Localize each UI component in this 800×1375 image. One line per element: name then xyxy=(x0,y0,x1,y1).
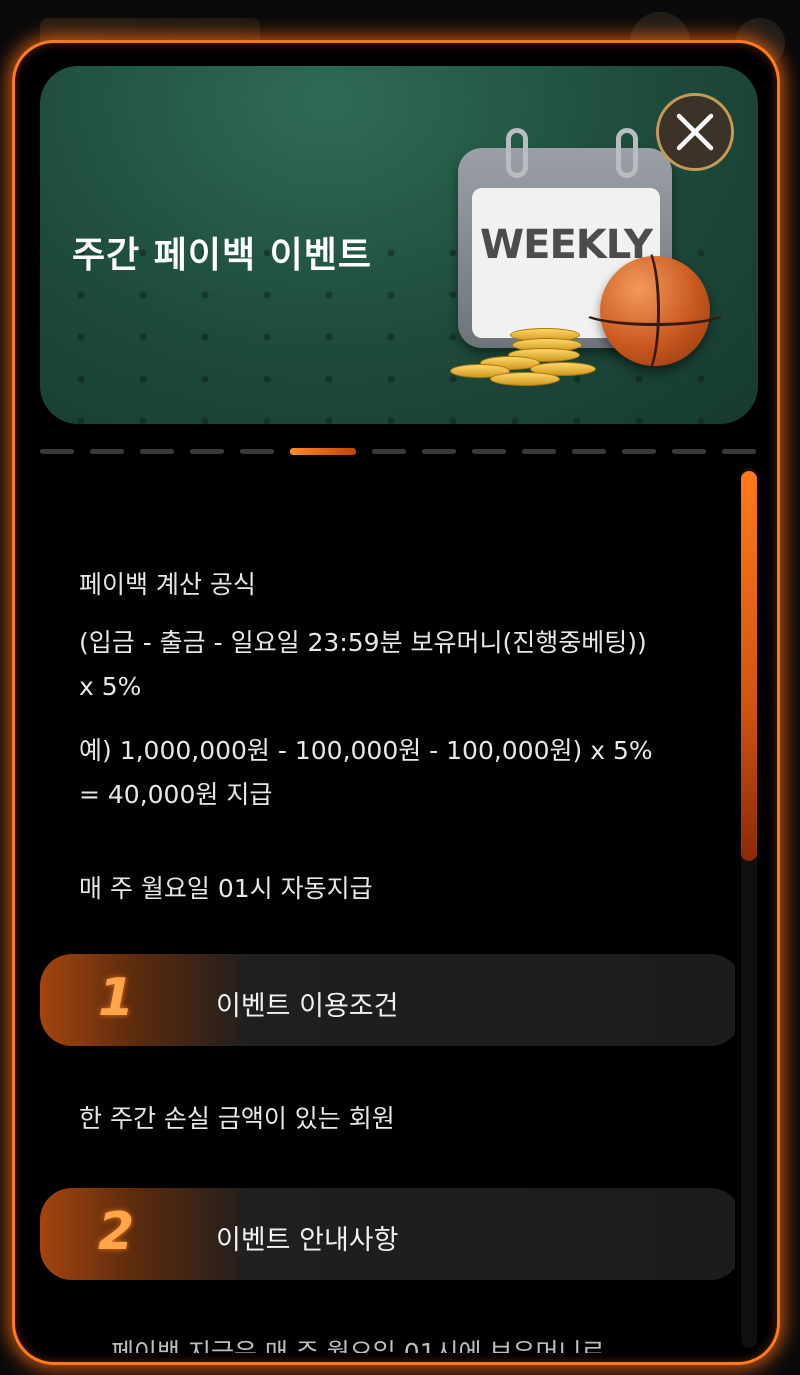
section-number: 1 xyxy=(98,968,135,1028)
section-header-notice: 2 이벤트 안내사항 xyxy=(40,1188,735,1280)
banner-title: 주간 페이백 이벤트 xyxy=(72,235,373,276)
pager-dot[interactable] xyxy=(672,449,706,454)
section-title: 이벤트 이용조건 xyxy=(216,991,399,1022)
pager-dot[interactable] xyxy=(140,449,174,454)
pager-dot[interactable] xyxy=(722,449,756,454)
event-modal: 주간 페이백 이벤트 WEEKLY 페이백 계산 공식 (입금 - 출금 - 일… xyxy=(12,40,780,1365)
calendar-ring xyxy=(616,128,638,178)
formula-title: 페이백 계산 공식 xyxy=(79,570,256,599)
pager-dot[interactable] xyxy=(190,449,224,454)
event-content: 페이백 계산 공식 (입금 - 출금 - 일요일 23:59분 보유머니(진행중… xyxy=(15,473,735,1353)
close-button[interactable] xyxy=(656,93,734,171)
banner-pager xyxy=(40,447,758,457)
pager-dot[interactable] xyxy=(472,449,506,454)
pager-dot[interactable] xyxy=(522,449,556,454)
section-number: 2 xyxy=(98,1202,135,1262)
coin xyxy=(490,372,560,386)
example-line-2: = 40,000원 지급 xyxy=(79,780,273,809)
pager-dot[interactable] xyxy=(90,449,124,454)
formula-line-1: (입금 - 출금 - 일요일 23:59분 보유머니(진행중베팅)) xyxy=(79,628,647,657)
pager-dot[interactable] xyxy=(572,449,606,454)
section-header-conditions: 1 이벤트 이용조건 xyxy=(40,954,735,1046)
formula-line-2: x 5% xyxy=(79,672,142,701)
coins-illustration xyxy=(450,318,600,388)
pager-dot[interactable] xyxy=(240,449,274,454)
payment-schedule: 매 주 월요일 01시 자동지급 xyxy=(79,874,373,903)
ball-seam xyxy=(630,246,660,376)
basketball-illustration xyxy=(580,246,730,376)
scrollbar-thumb[interactable] xyxy=(741,471,757,861)
event-banner: 주간 페이백 이벤트 WEEKLY xyxy=(40,66,758,424)
pager-dot[interactable] xyxy=(40,449,74,454)
example-line-1: 예) 1,000,000원 - 100,000원 - 100,000원) x 5… xyxy=(79,736,653,765)
section-title: 이벤트 안내사항 xyxy=(216,1225,399,1256)
pager-dot-active[interactable] xyxy=(290,448,356,455)
pager-dot[interactable] xyxy=(622,449,656,454)
pager-dot[interactable] xyxy=(372,449,406,454)
condition-text: 한 주간 손실 금액이 있는 회원 xyxy=(79,1104,395,1133)
calendar-ring xyxy=(506,128,528,178)
notice-text-partial: 페이백 지급은 매 주 월요일 01시에 보유머니로 xyxy=(111,1338,605,1353)
pager-dot[interactable] xyxy=(422,449,456,454)
close-icon xyxy=(676,113,714,151)
